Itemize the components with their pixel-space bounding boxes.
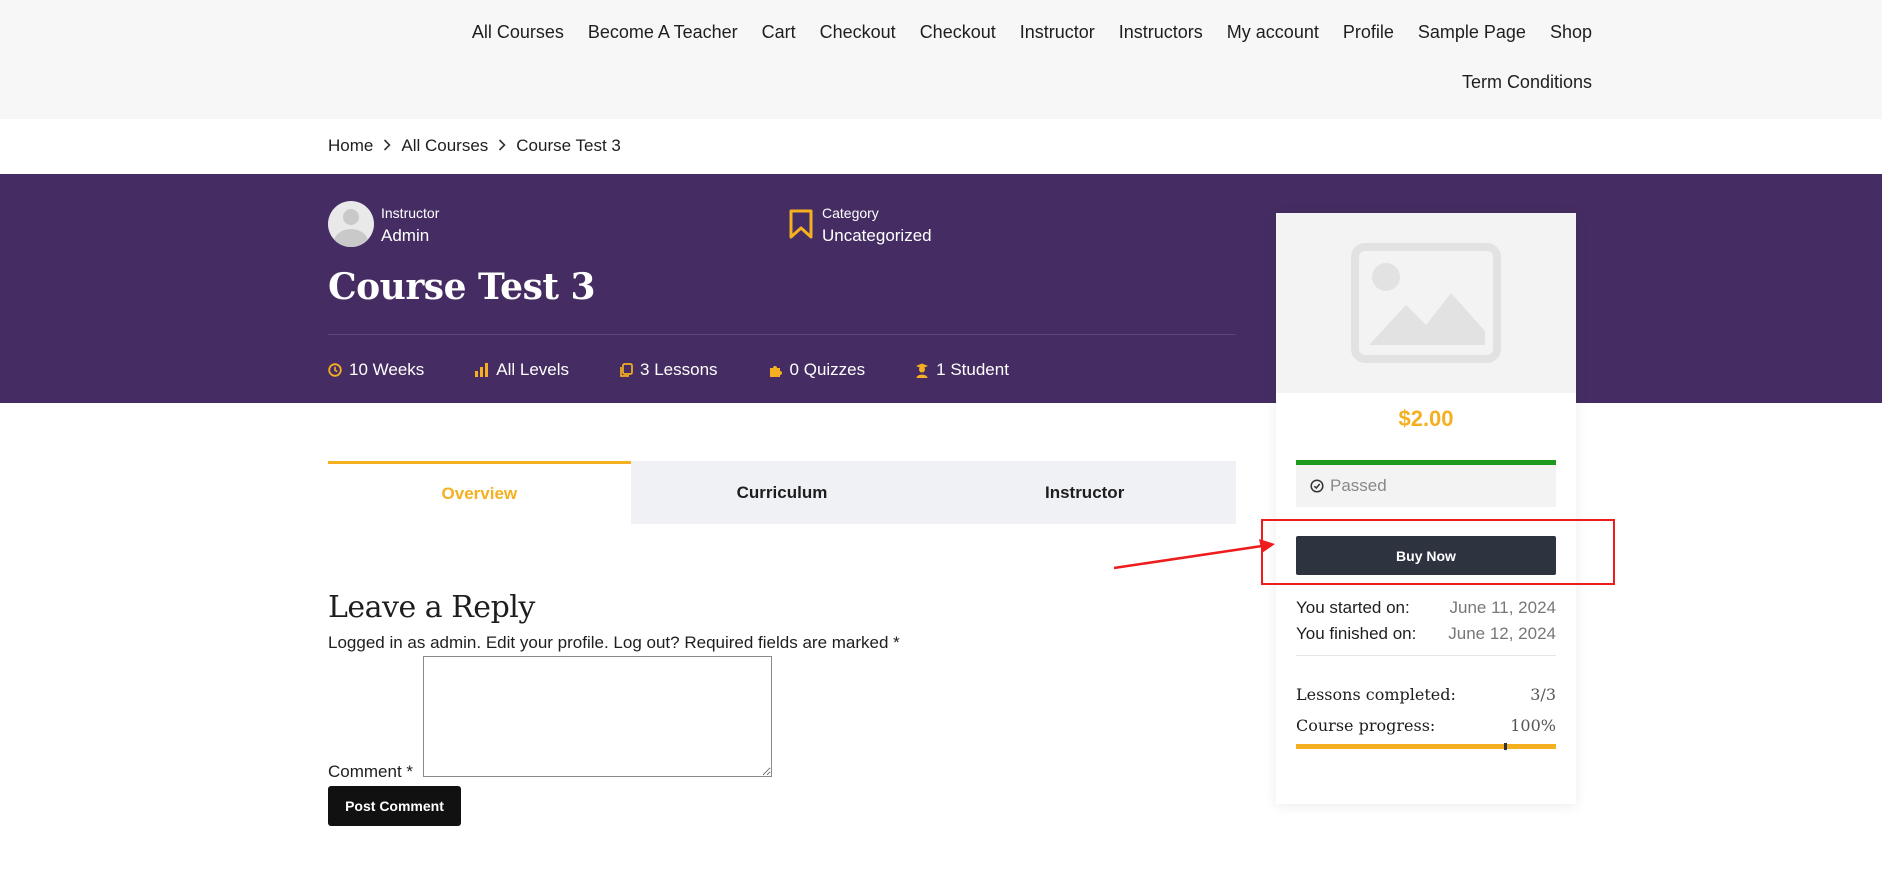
stat-quizzes: 0 Quizzes <box>768 360 866 380</box>
finished-on-label: You finished on: <box>1296 624 1417 643</box>
course-stats: 10 Weeks All Levels 3 Lessons 0 Quizzes … <box>328 360 1059 380</box>
course-thumbnail <box>1276 213 1576 393</box>
logged-in-as-link[interactable]: Logged in as admin. <box>328 633 481 652</box>
course-progress-label: Course progress: <box>1296 716 1436 735</box>
chevron-right-icon <box>498 138 506 154</box>
course-progress-bar <box>1296 743 1556 750</box>
course-progress-value: 100% <box>1510 716 1556 735</box>
lessons-completed-label: Lessons completed: <box>1296 685 1456 704</box>
breadcrumb-all-courses[interactable]: All Courses <box>401 136 488 156</box>
stat-lessons-text: 3 Lessons <box>640 360 718 379</box>
course-progress-fill <box>1296 744 1556 749</box>
nav-item-checkout[interactable]: Checkout <box>808 22 908 43</box>
logged-in-line: Logged in as admin. Edit your profile. L… <box>328 633 900 653</box>
nav-item-instructors[interactable]: Instructors <box>1107 22 1215 43</box>
stat-students: 1 Student <box>915 360 1009 380</box>
started-on-value: June 11, 2024 <box>1449 598 1557 617</box>
breadcrumb-current: Course Test 3 <box>516 136 621 155</box>
started-on-label: You started on: <box>1296 598 1410 617</box>
nav-row-secondary: Term Conditions <box>1450 72 1592 93</box>
edit-profile-link[interactable]: Edit your profile. <box>486 633 609 652</box>
student-icon <box>916 363 929 378</box>
annotation-arrow <box>1113 539 1275 570</box>
stat-level-text: All Levels <box>496 360 570 379</box>
stat-duration: 10 Weeks <box>328 360 424 380</box>
nav-item-instructor[interactable]: Instructor <box>1008 22 1107 43</box>
tab-overview[interactable]: Overview <box>328 461 631 524</box>
image-placeholder-icon <box>1351 243 1501 363</box>
comment-textarea[interactable] <box>423 656 772 777</box>
reply-title: Leave a Reply <box>328 590 535 625</box>
check-circle-icon <box>1310 479 1324 493</box>
lessons-completed-row: Lessons completed: 3/3 <box>1296 685 1556 704</box>
hero-divider <box>328 334 1236 335</box>
course-price: $2.00 <box>1398 406 1454 431</box>
nav-item-term-conditions[interactable]: Term Conditions <box>1450 72 1592 93</box>
course-tabs: Overview Curriculum Instructor <box>328 461 1236 524</box>
instructor-name[interactable]: Admin <box>381 226 429 246</box>
started-on-row: You started on: June 11, 2024 <box>1296 598 1556 618</box>
top-navigation: All Courses Become A Teacher Cart Checko… <box>0 0 1882 119</box>
course-progress-row: Course progress: 100% <box>1296 716 1556 735</box>
tab-instructor[interactable]: Instructor <box>933 461 1236 524</box>
passed-status: Passed <box>1296 460 1556 507</box>
stat-students-text: 1 Student <box>936 360 1009 379</box>
finished-on-value: June 12, 2024 <box>1448 624 1556 643</box>
breadcrumb: Home All Courses Course Test 3 <box>328 136 621 156</box>
stat-lessons: 3 Lessons <box>619 360 718 380</box>
nav-item-cart[interactable]: Cart <box>750 22 808 43</box>
course-sidebar-card: $2.00 Passed Buy Now You started on: Jun… <box>1276 213 1576 804</box>
nav-item-shop[interactable]: Shop <box>1538 22 1592 43</box>
stat-level: All Levels <box>474 360 569 380</box>
nav-item-checkout-2[interactable]: Checkout <box>908 22 1008 43</box>
category-label: Category <box>822 205 879 221</box>
instructor-avatar[interactable] <box>328 201 374 247</box>
finished-on-row: You finished on: June 12, 2024 <box>1296 624 1556 644</box>
instructor-label: Instructor <box>381 205 440 221</box>
breadcrumb-home[interactable]: Home <box>328 136 373 156</box>
passed-status-text: Passed <box>1330 476 1387 495</box>
required-fields-note: Required fields are marked * <box>684 633 900 652</box>
stat-duration-text: 10 Weeks <box>349 360 425 379</box>
nav-row-primary: All Courses Become A Teacher Cart Checko… <box>460 22 1592 43</box>
progress-passing-marker <box>1504 743 1507 750</box>
annotation-highlight-box <box>1261 519 1615 585</box>
post-comment-button[interactable]: Post Comment <box>328 786 461 826</box>
nav-item-profile[interactable]: Profile <box>1331 22 1406 43</box>
nav-item-my-account[interactable]: My account <box>1215 22 1331 43</box>
comment-label: Comment * <box>328 762 414 781</box>
category-value[interactable]: Uncategorized <box>822 226 932 246</box>
log-out-link[interactable]: Log out? <box>613 633 679 652</box>
clock-icon <box>328 363 342 377</box>
chevron-right-icon <box>383 138 391 154</box>
card-divider <box>1296 655 1556 656</box>
puzzle-icon <box>769 365 782 377</box>
lessons-completed-value: 3/3 <box>1530 685 1556 704</box>
nav-item-become-a-teacher[interactable]: Become A Teacher <box>576 22 750 43</box>
tab-curriculum[interactable]: Curriculum <box>631 461 934 524</box>
copy-icon <box>620 362 633 377</box>
nav-item-sample-page[interactable]: Sample Page <box>1406 22 1538 43</box>
stat-quizzes-text: 0 Quizzes <box>789 360 866 379</box>
nav-item-all-courses[interactable]: All Courses <box>460 22 576 43</box>
bookmark-icon <box>789 209 813 239</box>
course-title: Course Test 3 <box>328 266 596 308</box>
level-bars-icon <box>475 363 489 377</box>
